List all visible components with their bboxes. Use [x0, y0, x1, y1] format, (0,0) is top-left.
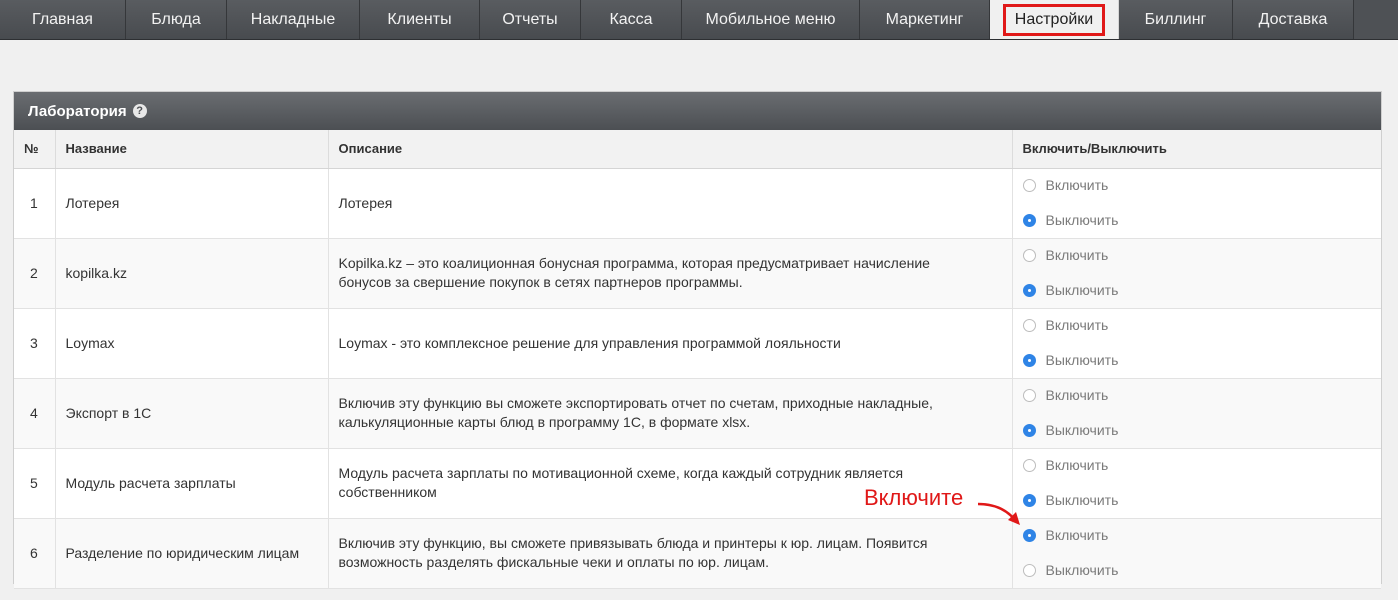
table-row: 1 Лотерея Лотерея Включить Выключить — [14, 168, 1382, 239]
features-table: № Название Описание Включить/Выключить 1… — [14, 130, 1381, 589]
tab-label: Настройки — [1002, 3, 1106, 36]
radio-button-icon[interactable] — [1022, 249, 1036, 262]
row-number: 2 — [14, 238, 56, 309]
tab-mobile-menu[interactable]: Мобильное меню — [682, 0, 860, 39]
table-row: 3 Loymax Loymax - это комплексное решение … — [14, 308, 1382, 379]
column-header-number: № — [14, 130, 56, 169]
table-row: 6 Разделение по юридическим лицам Включив … — [14, 518, 1382, 589]
enable-label: Включить — [1045, 527, 1109, 543]
feature-name: Лотерея — [55, 168, 329, 239]
radio-button-icon[interactable] — [1022, 354, 1036, 367]
feature-description: Включив эту функцию вы сможете экспортир… — [328, 378, 1013, 449]
feature-name: Экспорт в 1С — [55, 378, 329, 449]
disable-radio[interactable]: Выключить — [1022, 280, 1382, 302]
disable-label: Выключить — [1045, 352, 1119, 368]
enable-radio[interactable]: Включить — [1022, 455, 1382, 477]
disable-label: Выключить — [1045, 492, 1119, 508]
toggle-cell: Включить Выключить — [1012, 518, 1382, 589]
toggle-cell: Включить Выключить — [1012, 308, 1382, 379]
feature-description: Включив эту функцию, вы сможете привязыв… — [328, 518, 1013, 589]
tab-label: Маркетинг — [885, 10, 964, 28]
tab-settings[interactable]: Настройки — [990, 0, 1119, 39]
disable-radio[interactable]: Выключить — [1022, 420, 1382, 442]
disable-radio[interactable]: Выключить — [1022, 350, 1382, 372]
disable-label: Выключить — [1045, 422, 1119, 438]
disable-radio[interactable]: Выключить — [1022, 490, 1382, 512]
radio-button-icon[interactable] — [1022, 424, 1036, 437]
disable-label: Выключить — [1045, 212, 1119, 228]
enable-radio[interactable]: Включить — [1022, 315, 1382, 337]
toggle-cell: Включить Выключить — [1012, 238, 1382, 309]
radio-button-icon[interactable] — [1022, 214, 1036, 227]
enable-label: Включить — [1045, 247, 1109, 263]
table-row: 4 Экспорт в 1С Включив эту функцию вы смож… — [14, 378, 1382, 449]
radio-button-icon[interactable] — [1022, 319, 1036, 332]
toggle-cell: Включить Выключить — [1012, 448, 1382, 519]
disable-radio[interactable]: Выключить — [1022, 560, 1382, 582]
tab-label: Клиенты — [387, 10, 452, 28]
feature-description: Kopilka.kz – это коалиционная бонусная п… — [328, 238, 1013, 309]
panel-header: Лаборатория ? — [14, 92, 1381, 130]
enable-radio[interactable]: Включить — [1022, 385, 1382, 407]
tab-label: Мобильное меню — [705, 10, 836, 28]
enable-radio[interactable]: Включить — [1022, 175, 1382, 197]
row-number: 6 — [14, 518, 56, 589]
enable-label: Включить — [1045, 177, 1109, 193]
disable-label: Выключить — [1045, 282, 1119, 298]
annotation-arrow-icon — [977, 502, 1020, 525]
radio-button-icon[interactable] — [1022, 179, 1036, 192]
enable-radio[interactable]: Включить — [1022, 245, 1382, 267]
column-header-name: Название — [55, 130, 329, 169]
enable-label: Включить — [1045, 387, 1109, 403]
enable-label: Включить — [1045, 457, 1109, 473]
laboratory-panel: Лаборатория ? № Название Описание Включи… — [13, 91, 1382, 589]
radio-button-icon[interactable] — [1022, 284, 1036, 297]
row-number: 5 — [14, 448, 56, 519]
column-header-toggle: Включить/Выключить — [1012, 130, 1381, 169]
table-row: 5 Модуль расчета зарплаты Модуль расчета з… — [14, 448, 1382, 519]
tab-label: Блюда — [151, 10, 201, 28]
tab-dishes[interactable]: Блюда — [126, 0, 227, 39]
enable-label: Включить — [1045, 317, 1109, 333]
radio-button-icon[interactable] — [1022, 389, 1036, 402]
tab-label: Отчеты — [502, 10, 558, 28]
top-navigation: Главная Блюда Накладные Клиенты Отчеты Касса М… — [0, 0, 1398, 40]
tab-clients[interactable]: Клиенты — [360, 0, 480, 39]
row-number: 4 — [14, 378, 56, 449]
tab-label: Биллинг — [1144, 10, 1207, 28]
enable-radio[interactable]: Включить — [1022, 525, 1382, 547]
radio-button-icon[interactable] — [1022, 459, 1036, 472]
help-icon[interactable]: ? — [132, 104, 147, 118]
tab-label: Главная — [32, 10, 93, 28]
feature-description: Лотерея — [328, 168, 1013, 239]
row-number: 3 — [14, 308, 56, 379]
feature-name: kopilka.kz — [55, 238, 329, 309]
radio-button-icon[interactable] — [1022, 529, 1036, 542]
feature-name: Модуль расчета зарплаты — [55, 448, 329, 519]
panel-title: Лаборатория — [28, 102, 127, 120]
tab-billing[interactable]: Биллинг — [1119, 0, 1233, 39]
tab-marketing[interactable]: Маркетинг — [860, 0, 990, 39]
toggle-cell: Включить Выключить — [1012, 378, 1382, 449]
tab-label: Накладные — [250, 10, 336, 28]
feature-description: Loymax - это комплексное решение для упр… — [328, 308, 1013, 379]
disable-label: Выключить — [1045, 562, 1119, 578]
tab-cashbox[interactable]: Касса — [581, 0, 682, 39]
feature-name: Loymax — [55, 308, 329, 379]
annotation-label: Включите — [864, 485, 964, 510]
toggle-cell: Включить Выключить — [1012, 168, 1382, 239]
tab-delivery[interactable]: Доставка — [1233, 0, 1354, 39]
tab-main[interactable]: Главная — [0, 0, 126, 39]
tab-invoices[interactable]: Накладные — [227, 0, 360, 39]
tab-label: Доставка — [1258, 10, 1328, 28]
feature-name: Разделение по юридическим лицам — [55, 518, 329, 589]
row-number: 1 — [14, 168, 56, 239]
disable-radio[interactable]: Выключить — [1022, 210, 1382, 232]
table-row: 2 kopilka.kz Kopilka.kz – это коалиционная… — [14, 238, 1382, 309]
tab-reports[interactable]: Отчеты — [480, 0, 581, 39]
tab-label: Касса — [609, 10, 653, 28]
column-header-description: Описание — [328, 130, 1013, 169]
radio-button-icon[interactable] — [1022, 564, 1036, 577]
